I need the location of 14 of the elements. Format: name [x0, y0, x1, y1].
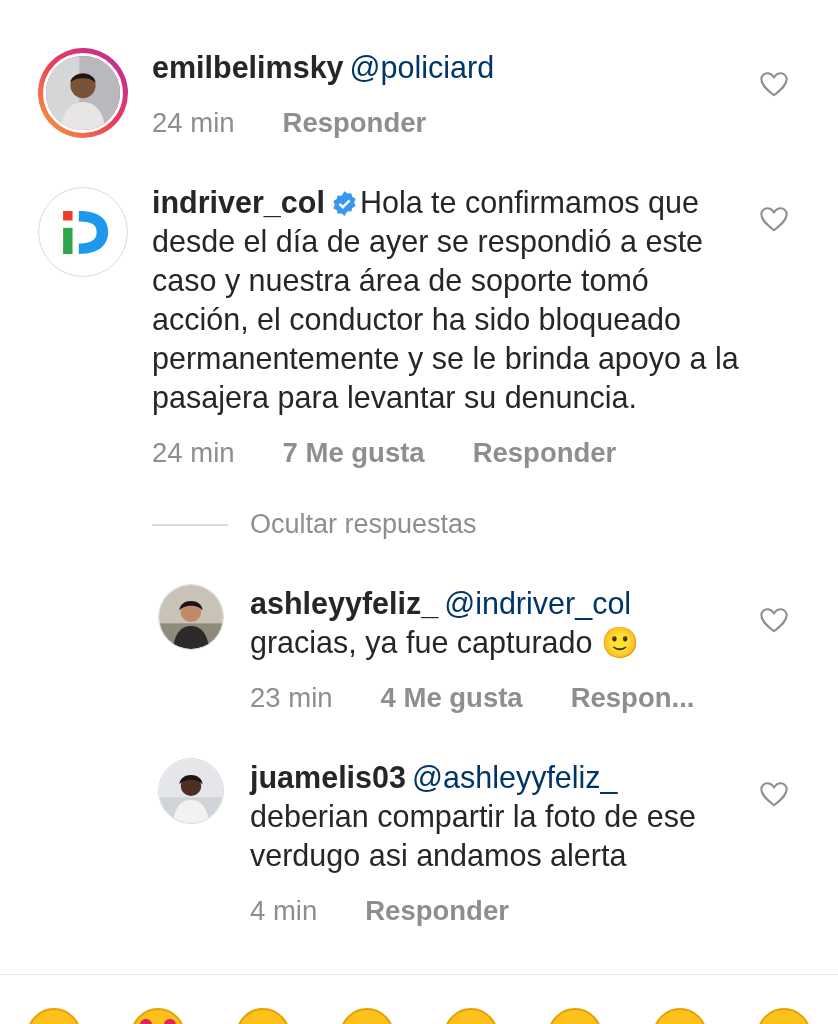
username[interactable]: ashleyyfeliz_: [250, 586, 439, 620]
mention-link[interactable]: @policiard: [349, 50, 495, 84]
username[interactable]: juamelis03: [250, 760, 406, 794]
comment-text: indriver_col Hola te confirmamos que desde el día de ayer se respondió a este caso y nuestra área de soporte tomó acción, el conductor ha sido bloqueado permanentemente y se le brinda apoyo a la pasajera para levantar su denuncia.: [152, 184, 740, 417]
comment-time: 23 min: [250, 682, 333, 714]
comment-text: deberian compartir la foto de ese verdugo asi andamos alerta: [250, 799, 696, 872]
mention-link[interactable]: @ashleyyfeliz_: [412, 760, 618, 794]
comment-time: 4 min: [250, 895, 318, 927]
comment-time: 24 min: [152, 437, 235, 469]
username[interactable]: indriver_col: [152, 185, 325, 219]
username[interactable]: emilbelimsky: [152, 50, 344, 84]
comment-time: 24 min: [152, 107, 235, 139]
mention-link[interactable]: @indriver_col: [444, 586, 632, 620]
comment-text: gracias, ya fue capturado 🙂: [250, 625, 639, 659]
